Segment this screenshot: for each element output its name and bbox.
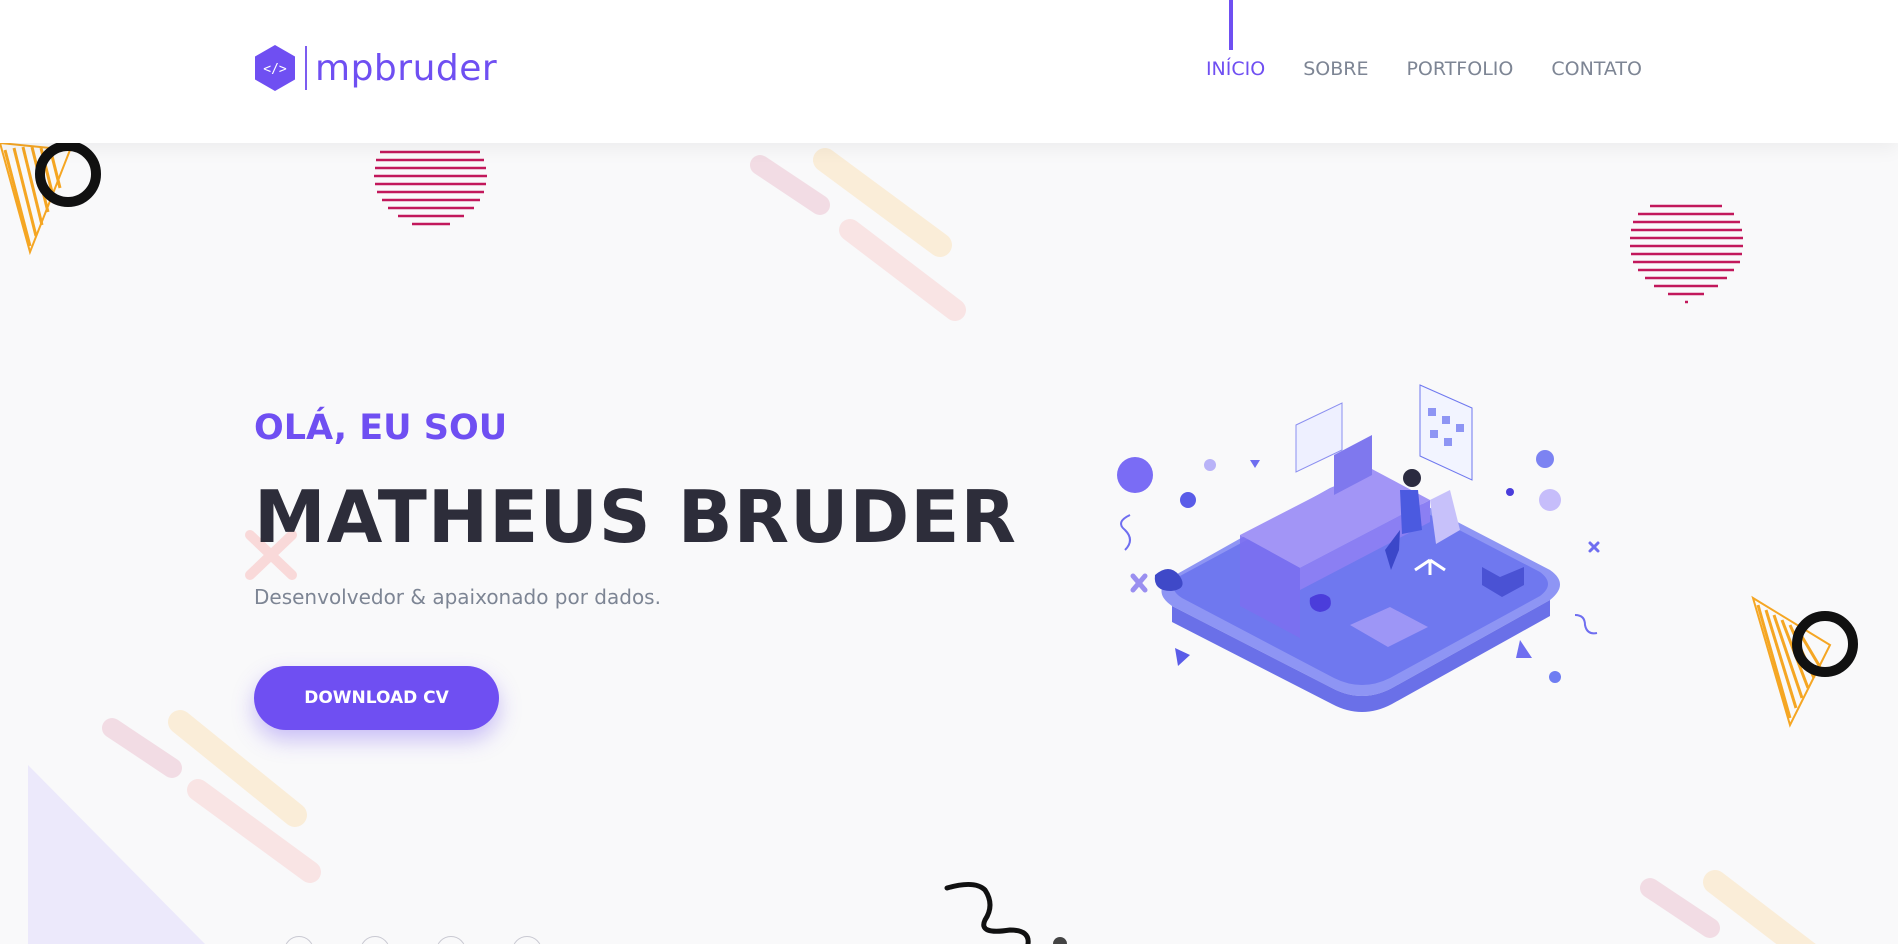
triangle-ring-decoration-right bbox=[1751, 595, 1858, 728]
main-nav: INÍCIO SOBRE PORTFOLIO CONTATO bbox=[1206, 58, 1642, 80]
squiggle-decoration bbox=[944, 882, 1031, 944]
striped-circle-top bbox=[374, 150, 487, 226]
hero-name: MATHEUS BRUDER bbox=[254, 475, 1017, 559]
faded-pills-top bbox=[750, 148, 966, 321]
nav-item-sobre[interactable]: SOBRE bbox=[1303, 58, 1368, 80]
faded-pills-bottom-left bbox=[102, 710, 321, 883]
social-icon[interactable] bbox=[284, 936, 314, 944]
striped-circle-right bbox=[1630, 204, 1743, 304]
logo-divider bbox=[305, 46, 307, 90]
triangle-ring-decoration-left bbox=[0, 141, 101, 256]
active-nav-indicator bbox=[1229, 0, 1233, 50]
logo-link[interactable]: </> mpbruder bbox=[254, 44, 497, 92]
hero-kicker: OLÁ, EU SOU bbox=[254, 408, 508, 448]
nav-item-inicio[interactable]: INÍCIO bbox=[1206, 58, 1265, 80]
social-links bbox=[284, 936, 542, 944]
lavender-triangle-decoration bbox=[28, 765, 205, 944]
logo-text: mpbruder bbox=[315, 47, 498, 89]
site-header: </> mpbruder INÍCIO SOBRE PORTFOLIO CONT… bbox=[0, 0, 1898, 143]
social-icon[interactable] bbox=[512, 936, 542, 944]
developer-desk-illustration bbox=[1117, 384, 1600, 712]
svg-text:</>: </> bbox=[263, 62, 287, 77]
hero-subtitle: Desenvolvedor & apaixonado por dados. bbox=[254, 585, 661, 609]
faded-pills-bottom-right bbox=[1640, 870, 1816, 944]
nav-item-contato[interactable]: CONTATO bbox=[1551, 58, 1642, 80]
social-icon[interactable] bbox=[360, 936, 390, 944]
social-icon[interactable] bbox=[436, 936, 466, 944]
code-hex-icon: </> bbox=[255, 45, 295, 91]
nav-item-portfolio[interactable]: PORTFOLIO bbox=[1406, 58, 1513, 80]
download-cv-button[interactable]: DOWNLOAD CV bbox=[254, 666, 499, 730]
dot-decoration bbox=[1053, 937, 1067, 944]
